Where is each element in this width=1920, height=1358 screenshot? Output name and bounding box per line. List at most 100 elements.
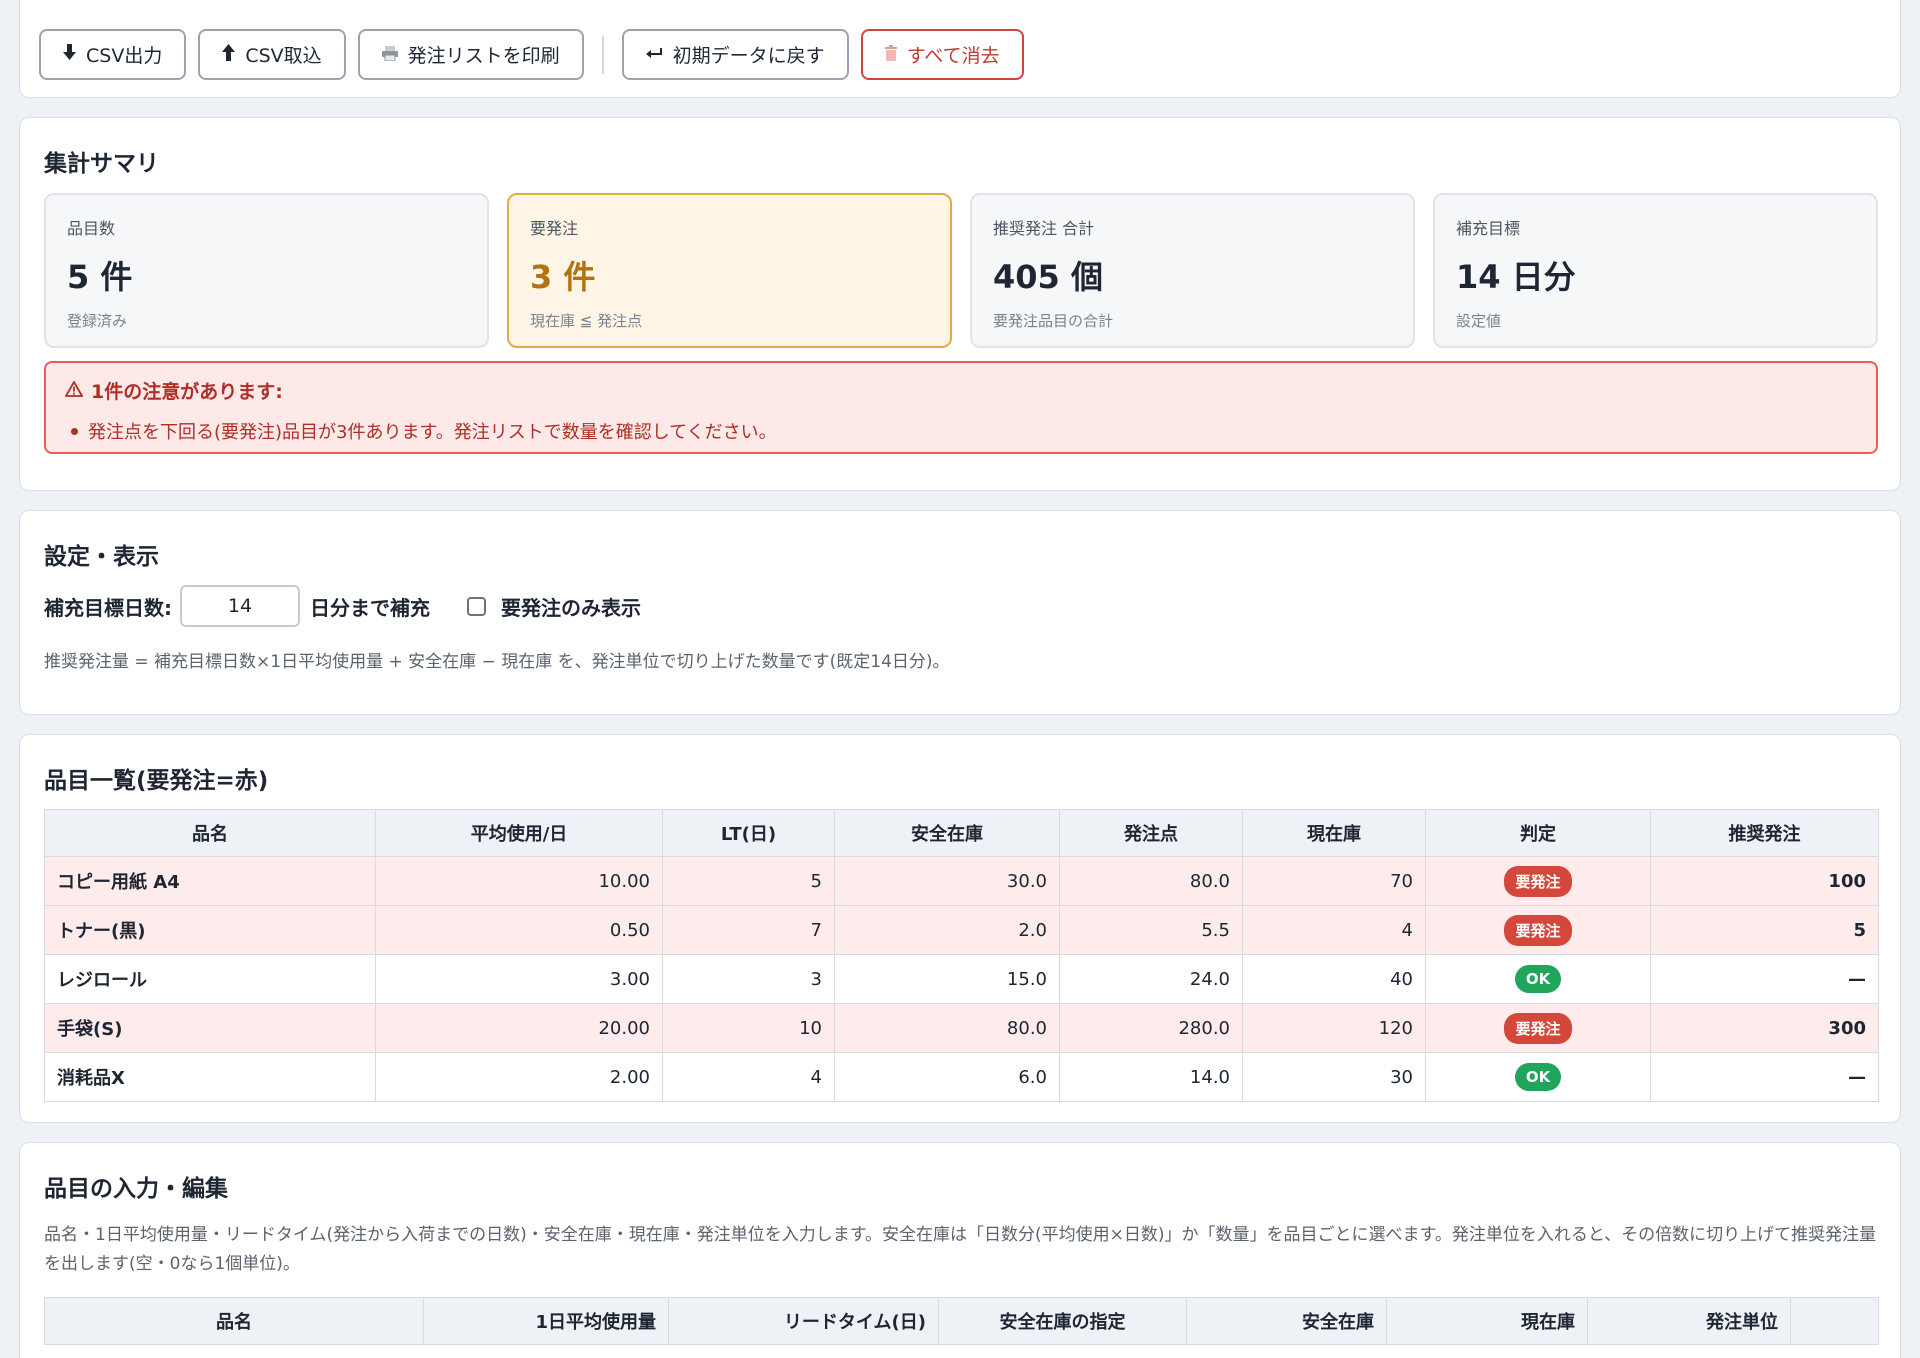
cell-reorder: 14.0 bbox=[1059, 1052, 1243, 1102]
stat-reorder-needed: 要発注 3 件 現在庫 ≦ 発注点 bbox=[507, 193, 952, 348]
cell-status: OK bbox=[1425, 954, 1651, 1004]
stat-note: 現在庫 ≦ 発注点 bbox=[530, 312, 643, 330]
reset-defaults-label: 初期データに戻す bbox=[672, 45, 825, 67]
cell-suggest: — bbox=[1650, 954, 1879, 1004]
target-days-input[interactable] bbox=[180, 585, 300, 627]
stat-value: 14 日分 bbox=[1456, 258, 1576, 296]
items-table: 品名 平均使用/日 LT(日) 安全在庫 発注点 現在庫 判定 推奨発注 コピー… bbox=[44, 809, 1879, 1102]
cell-stock: 120 bbox=[1242, 1003, 1426, 1053]
warning-alert: 1件の注意があります: 発注点を下回る(要発注)品目が3件あります。発注リストで… bbox=[44, 361, 1878, 454]
undo-icon bbox=[645, 44, 663, 66]
cell-stock: 70 bbox=[1242, 856, 1426, 906]
cell-suggest: — bbox=[1650, 1052, 1879, 1102]
cell-stock: 4 bbox=[1242, 905, 1426, 955]
cell-safety: 6.0 bbox=[834, 1052, 1060, 1102]
stat-item-count: 品目数 5 件 登録済み bbox=[44, 193, 489, 348]
bullet bbox=[71, 427, 78, 435]
column-header: 1日平均使用量 bbox=[423, 1297, 669, 1345]
column-header[interactable]: 品名 bbox=[44, 809, 376, 857]
cell-stock: 30 bbox=[1242, 1052, 1426, 1102]
cell-name: コピー用紙 A4 bbox=[44, 856, 376, 906]
clear-all-button[interactable]: すべて消去 bbox=[860, 29, 1024, 80]
stat-value: 405 個 bbox=[993, 258, 1103, 296]
column-header[interactable]: 安全在庫 bbox=[834, 809, 1060, 857]
toolbar-buttons: CSV出力 CSV取込 発注リストを印刷 初期データに戻す すべて消去 bbox=[39, 29, 1036, 80]
cell-safety: 15.0 bbox=[834, 954, 1060, 1004]
cell-lt: 3 bbox=[662, 954, 835, 1004]
column-header[interactable]: 発注点 bbox=[1059, 809, 1243, 857]
cell-safety: 30.0 bbox=[834, 856, 1060, 906]
cell-name: 手袋(S) bbox=[44, 1003, 376, 1053]
csv-import-label: CSV取込 bbox=[245, 45, 322, 67]
column-header[interactable]: 平均使用/日 bbox=[375, 809, 663, 857]
summary-panel: 集計サマリ 品目数 5 件 登録済み 要発注 3 件 現在庫 ≦ 発注点 推奨発… bbox=[19, 117, 1901, 491]
print-list-button[interactable]: 発注リストを印刷 bbox=[357, 29, 584, 80]
stat-label: 推奨発注 合計 bbox=[993, 219, 1095, 238]
stat-suggested-total: 推奨発注 合計 405 個 要発注品目の合計 bbox=[970, 193, 1415, 348]
reset-defaults-button[interactable]: 初期データに戻す bbox=[621, 29, 849, 80]
stat-target-days: 補充目標 14 日分 設定値 bbox=[1433, 193, 1878, 348]
cell-avg: 2.00 bbox=[375, 1052, 663, 1102]
cell-avg: 20.00 bbox=[375, 1003, 663, 1053]
cell-reorder: 24.0 bbox=[1059, 954, 1243, 1004]
cell-lt: 10 bbox=[662, 1003, 835, 1053]
settings-panel: 設定・表示 補充目標日数: 日分まで補充 要発注のみ表示 推奨発注量 = 補充目… bbox=[19, 510, 1901, 715]
only-reorder-checkbox[interactable] bbox=[467, 596, 486, 616]
stat-label: 品目数 bbox=[67, 219, 116, 238]
alert-item: 発注点を下回る(要発注)品目が3件あります。発注リストで数量を確認してください。 bbox=[71, 418, 1857, 444]
table-row: 消耗品X 2.00 4 6.0 14.0 30 OK — bbox=[44, 1052, 1879, 1102]
stat-label: 要発注 bbox=[530, 219, 579, 238]
items-panel: 品目一覧(要発注=赤) 品名 平均使用/日 LT(日) 安全在庫 発注点 現在庫… bbox=[19, 734, 1901, 1123]
target-days-suffix: 日分まで補充 bbox=[310, 595, 430, 620]
cell-name: 消耗品X bbox=[44, 1052, 376, 1102]
column-header: 安全在庫の指定 bbox=[938, 1297, 1187, 1345]
trash-icon bbox=[884, 44, 897, 66]
stat-value: 3 件 bbox=[530, 258, 596, 296]
toolbar: CSV出力 CSV取込 発注リストを印刷 初期データに戻す すべて消去 bbox=[19, 0, 1901, 98]
cell-suggest: 5 bbox=[1650, 905, 1879, 955]
download-icon bbox=[63, 43, 76, 66]
table-row: トナー(黒) 0.50 7 2.0 5.5 4 要発注 5 bbox=[44, 905, 1879, 955]
table-header-row: 品名 1日平均使用量 リードタイム(日) 安全在庫の指定 安全在庫 現在庫 発注… bbox=[44, 1297, 1879, 1345]
column-header[interactable]: 推奨発注 bbox=[1650, 809, 1879, 857]
column-header: リードタイム(日) bbox=[668, 1297, 939, 1345]
settings-title: 設定・表示 bbox=[44, 544, 159, 570]
status-badge: OK bbox=[1514, 1063, 1562, 1091]
alert-title: 1件の注意があります: bbox=[91, 381, 283, 403]
target-days-label: 補充目標日数: bbox=[44, 595, 172, 620]
alert-header: 1件の注意があります: bbox=[64, 377, 1857, 404]
status-badge: OK bbox=[1514, 965, 1562, 993]
cell-lt: 5 bbox=[662, 856, 835, 906]
cell-lt: 4 bbox=[662, 1052, 835, 1102]
edit-help: 品名・1日平均使用量・リードタイム(発注から入荷までの日数)・安全在庫・現在庫・… bbox=[44, 1225, 1877, 1274]
cell-status: OK bbox=[1425, 1052, 1651, 1102]
column-header: 安全在庫 bbox=[1186, 1297, 1387, 1345]
column-header: 発注単位 bbox=[1587, 1297, 1791, 1345]
cell-safety: 80.0 bbox=[834, 1003, 1060, 1053]
stat-value: 5 件 bbox=[67, 258, 133, 296]
csv-import-button[interactable]: CSV取込 bbox=[198, 29, 346, 80]
status-badge: 要発注 bbox=[1504, 865, 1572, 897]
cell-reorder: 280.0 bbox=[1059, 1003, 1243, 1053]
edit-title: 品目の入力・編集 bbox=[44, 1176, 228, 1202]
only-reorder-label[interactable]: 要発注のみ表示 bbox=[501, 592, 641, 621]
column-header[interactable]: 判定 bbox=[1425, 809, 1651, 857]
cell-name: レジロール bbox=[44, 954, 376, 1004]
csv-export-button[interactable]: CSV出力 bbox=[39, 29, 187, 80]
edit-panel: 品目の入力・編集 品名・1日平均使用量・リードタイム(発注から入荷までの日数)・… bbox=[19, 1142, 1901, 1358]
cell-status: 要発注 bbox=[1425, 856, 1651, 906]
toolbar-divider bbox=[601, 35, 604, 74]
stat-note: 設定値 bbox=[1456, 312, 1502, 330]
cell-suggest: 100 bbox=[1650, 856, 1879, 906]
csv-export-label: CSV出力 bbox=[86, 45, 163, 67]
page: CSV出力 CSV取込 発注リストを印刷 初期データに戻す すべて消去 集計サマ… bbox=[0, 0, 1920, 1358]
cell-avg: 0.50 bbox=[375, 905, 663, 955]
stat-note: 登録済み bbox=[67, 312, 128, 330]
column-header[interactable]: 現在庫 bbox=[1242, 809, 1426, 857]
settings-row: 補充目標日数: 日分まで補充 要発注のみ表示 bbox=[44, 585, 641, 627]
print-list-label: 発注リストを印刷 bbox=[407, 45, 560, 67]
table-row: コピー用紙 A4 10.00 5 30.0 80.0 70 要発注 100 bbox=[44, 856, 1879, 906]
warning-icon bbox=[64, 379, 84, 402]
column-header[interactable]: LT(日) bbox=[662, 809, 835, 857]
clear-all-label: すべて消去 bbox=[906, 45, 1000, 67]
